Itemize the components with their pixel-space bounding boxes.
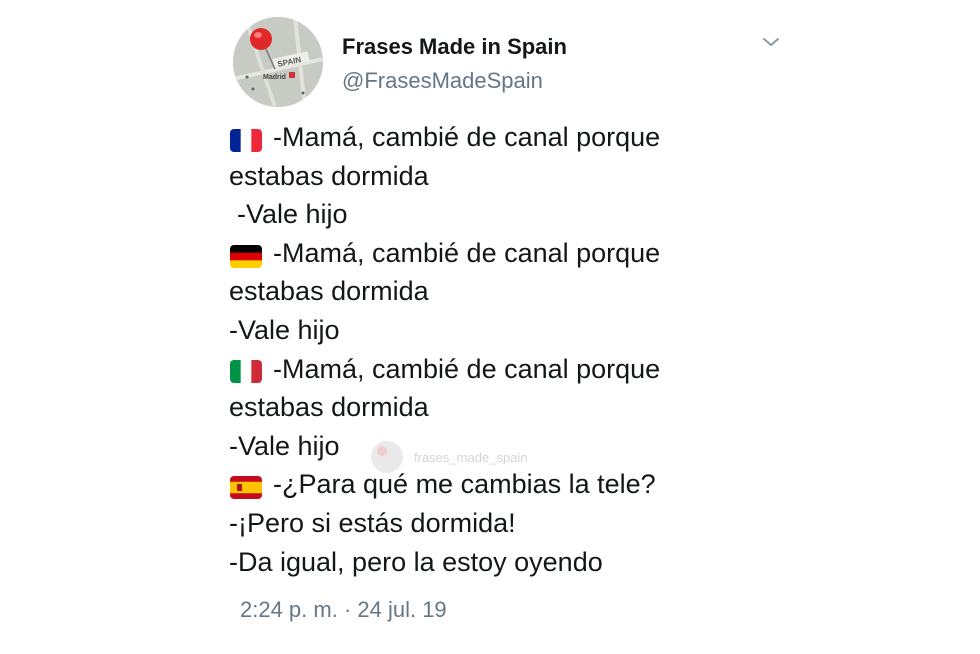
tweet-line-text: -Da igual, pero la estoy oyendo bbox=[229, 546, 603, 577]
avatar-city: Madrid bbox=[263, 74, 286, 81]
display-name[interactable]: Frases Made in Spain bbox=[342, 34, 567, 60]
germany-flag-icon bbox=[229, 241, 263, 268]
watermark-logo-icon bbox=[371, 441, 403, 473]
map-avatar-icon: SPAIN Madrid bbox=[233, 17, 323, 107]
avatar[interactable]: SPAIN Madrid bbox=[233, 17, 323, 107]
tweet-text: -Mamá, cambié de canal porque estabas dor… bbox=[229, 118, 829, 581]
tweet-line-text: estabas dormida bbox=[229, 392, 429, 423]
tweet-card: SPAIN Madrid Frases Made in Spain @Frase… bbox=[0, 0, 980, 654]
tweet-line: -¡Pero si estás dormida! bbox=[229, 504, 829, 543]
spain-flag-icon bbox=[229, 472, 263, 500]
tweet-line: -Vale hijo bbox=[229, 195, 829, 234]
tweet-line-text: -Mamá, cambié de canal porque bbox=[273, 237, 661, 268]
tweet-line-text: estabas dormida bbox=[229, 160, 429, 191]
tweet-line-text: -¡Pero si estás dormida! bbox=[229, 507, 516, 538]
tweet-line-text: -Mamá, cambié de canal porque bbox=[273, 353, 661, 384]
tweet-line: -¿Para qué me cambias la tele? bbox=[229, 465, 829, 504]
watermark-text: frases_made_spain bbox=[414, 449, 528, 465]
tweet-line: estabas dormida bbox=[229, 388, 829, 427]
tweet-line: -Vale hijo bbox=[229, 311, 829, 350]
tweet-line-text: -Mamá, cambié de canal porque bbox=[273, 122, 661, 152]
tweet-line: estabas dormida bbox=[229, 272, 829, 311]
tweet-line: -Da igual, pero la estoy oyendo bbox=[229, 543, 829, 582]
tweet-line-text: -Vale hijo bbox=[229, 430, 340, 461]
tweet-line: -Mamá, cambié de canal porque bbox=[229, 350, 829, 389]
france-flag-icon bbox=[229, 125, 263, 152]
tweet-line: -Mamá, cambié de canal porque bbox=[229, 118, 829, 157]
tweet-line: estabas dormida bbox=[229, 157, 829, 196]
tweet-line-text: -Vale hijo bbox=[229, 314, 340, 345]
italy-flag-icon bbox=[229, 356, 263, 384]
timestamp[interactable]: 2:24 p. m. · 24 jul. 19 bbox=[240, 597, 447, 623]
tweet-line: -Mamá, cambié de canal porque bbox=[229, 234, 829, 273]
tweet-line-text: -Vale hijo bbox=[237, 199, 348, 230]
tweet-line: -Vale hijo bbox=[229, 427, 829, 466]
watermark: frases_made_spain bbox=[370, 440, 527, 474]
tweet-line-text: estabas dormida bbox=[229, 276, 429, 307]
user-handle[interactable]: @FrasesMadeSpain bbox=[342, 68, 543, 94]
chevron-down-icon[interactable] bbox=[760, 34, 782, 50]
